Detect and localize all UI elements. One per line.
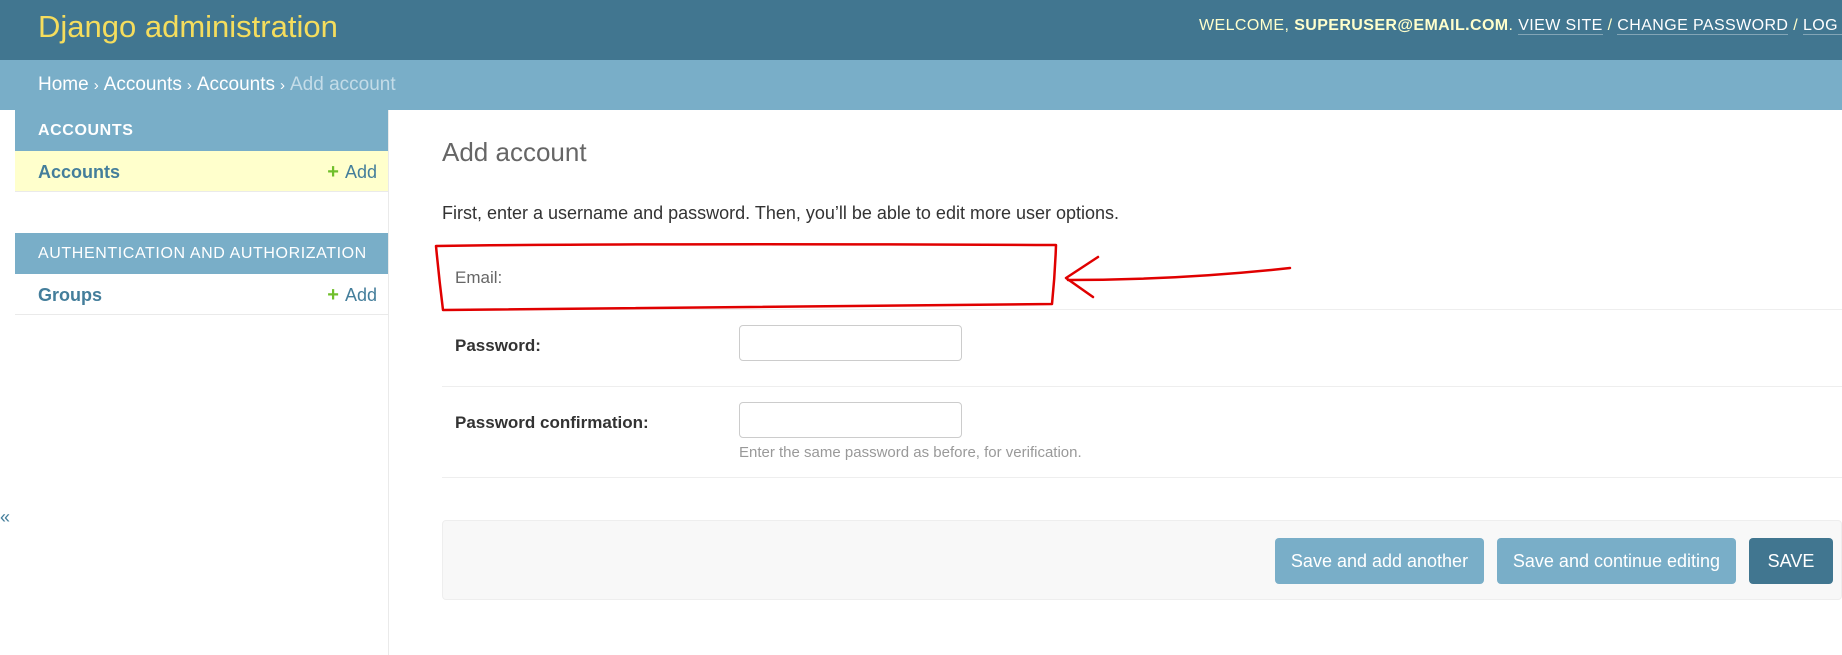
site-name[interactable]: Django administration xyxy=(38,9,338,45)
breadcrumb-separator: › xyxy=(93,77,99,94)
change-password-link[interactable]: Change password xyxy=(1617,17,1789,35)
welcome-text: Welcome, xyxy=(1199,17,1290,34)
page-title: Add account xyxy=(442,137,587,167)
breadcrumb-home[interactable]: Home xyxy=(38,74,89,95)
header: Django administration Welcome, superuser… xyxy=(0,0,1842,60)
model-link-groups[interactable]: Groups xyxy=(38,285,102,306)
nav-sidebar-toggle[interactable]: « xyxy=(0,507,10,528)
save-button[interactable]: Save xyxy=(1749,538,1833,584)
breadcrumb: Home › Accounts › Accounts › Add account xyxy=(0,60,1842,110)
plus-icon: + xyxy=(327,161,339,183)
submit-row: Save and add another Save and continue e… xyxy=(442,520,1842,600)
sidebar-item-accounts: Accounts + Add xyxy=(15,151,388,192)
form-intro: First, enter a username and password. Th… xyxy=(442,203,1120,223)
module-caption-auth[interactable]: Authentication and Authorization xyxy=(15,233,388,274)
add-groups-link[interactable]: + Add xyxy=(327,284,377,307)
email-label: Email: xyxy=(455,268,503,287)
form-row-email: Email: xyxy=(442,248,1842,310)
module-caption-accounts[interactable]: Accounts xyxy=(15,110,388,151)
password-input[interactable] xyxy=(739,325,962,361)
user-tools: Welcome, superuser@email.com. View site … xyxy=(1199,17,1842,35)
nav-sidebar: Accounts Accounts + Add Authentication an… xyxy=(15,110,389,655)
password-label: Password: xyxy=(455,336,541,355)
breadcrumb-separator: › xyxy=(280,77,285,94)
add-label: Add xyxy=(344,285,377,305)
form-row-password-confirmation: Password confirmation: Enter the same pa… xyxy=(442,387,1842,478)
breadcrumb-app[interactable]: Accounts xyxy=(104,74,182,95)
view-site-link[interactable]: View site xyxy=(1518,17,1603,35)
separator: / xyxy=(1607,17,1613,34)
password-confirmation-help: Enter the same password as before, for v… xyxy=(739,444,1082,461)
password-confirmation-label: Password confirmation: xyxy=(455,413,649,432)
save-and-add-another-button[interactable]: Save and add another xyxy=(1275,538,1484,584)
plus-icon: + xyxy=(327,284,339,306)
model-link-accounts[interactable]: Accounts xyxy=(38,162,120,183)
sidebar-item-groups: Groups + Add xyxy=(15,274,388,315)
separator: / xyxy=(1793,17,1799,34)
add-accounts-link[interactable]: + Add xyxy=(327,161,377,184)
logout-link[interactable]: Log out xyxy=(1802,17,1842,35)
add-label: Add xyxy=(344,162,377,182)
password-confirmation-input[interactable] xyxy=(739,402,962,438)
username: superuser@email.com xyxy=(1294,17,1509,34)
breadcrumb-separator: › xyxy=(186,77,192,94)
breadcrumb-model[interactable]: Accounts xyxy=(197,74,275,95)
form-row-password: Password: xyxy=(442,310,1842,387)
breadcrumb-current: Add account xyxy=(290,74,396,95)
save-and-continue-button[interactable]: Save and continue editing xyxy=(1497,538,1736,584)
